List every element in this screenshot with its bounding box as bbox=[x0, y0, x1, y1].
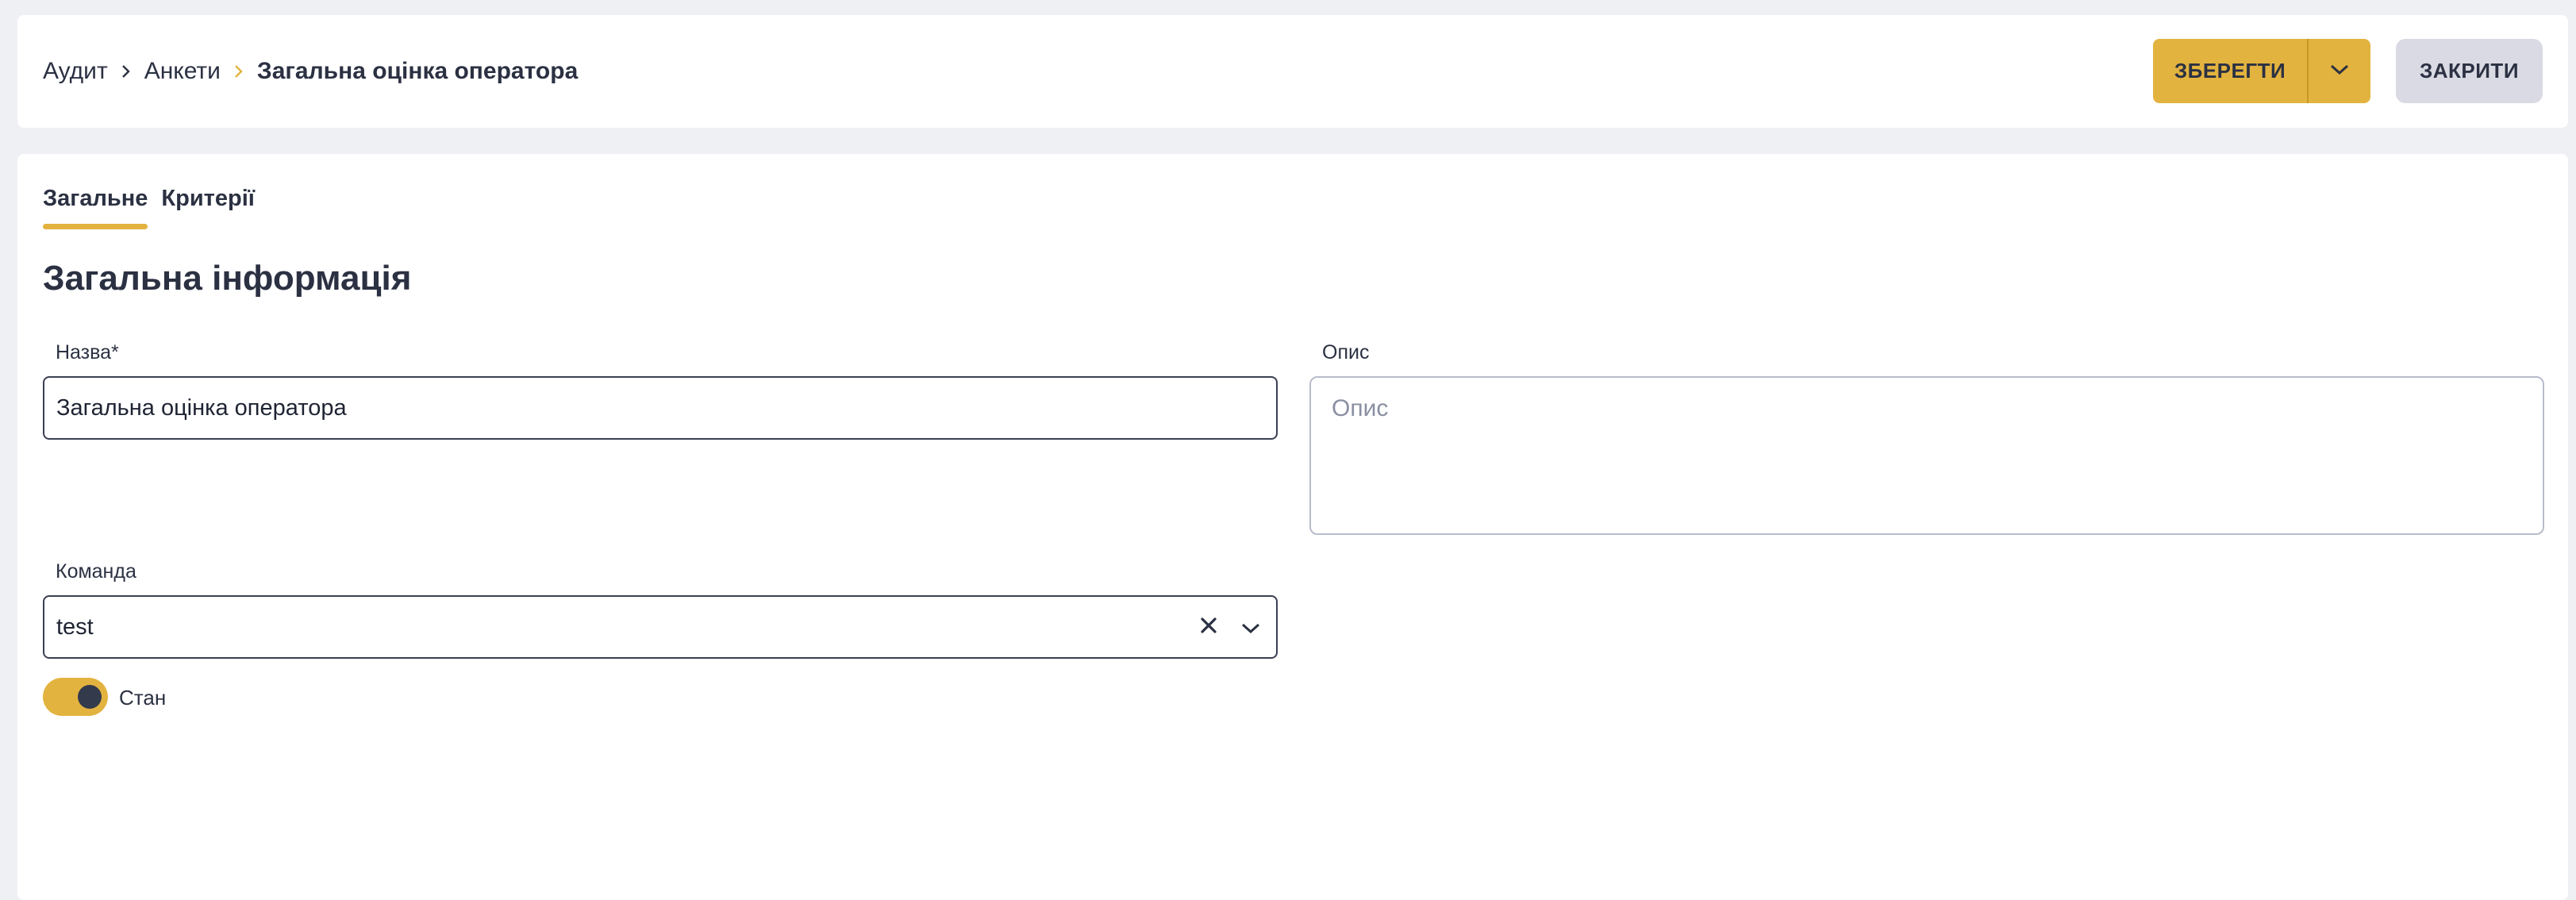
chevron-down-icon[interactable] bbox=[1241, 614, 1260, 640]
breadcrumb-current: Загальна оцінка оператора bbox=[256, 58, 579, 84]
team-label: Команда bbox=[56, 560, 136, 583]
description-field[interactable]: Опис bbox=[1309, 376, 2544, 535]
tab-general[interactable]: Загальне bbox=[43, 186, 148, 229]
chevron-right-icon bbox=[221, 60, 257, 83]
chevron-down-icon bbox=[2330, 64, 2349, 78]
team-select[interactable]: test bbox=[43, 595, 1278, 659]
chevron-right-icon bbox=[108, 60, 144, 83]
breadcrumb-item-surveys[interactable]: Анкети bbox=[144, 58, 221, 85]
tab-bar: Загальне Критерії bbox=[43, 186, 268, 229]
status-label: Стан bbox=[119, 686, 167, 710]
select-icons bbox=[1200, 597, 1260, 657]
close-button[interactable]: ЗАКРИТИ bbox=[2396, 39, 2543, 103]
header-actions: ЗБЕРЕГТИ ЗАКРИТИ bbox=[2153, 39, 2543, 103]
name-value: Загальна оцінка оператора bbox=[56, 394, 347, 421]
save-button-group: ЗБЕРЕГТИ bbox=[2153, 39, 2370, 103]
description-label: Опис bbox=[1322, 341, 1370, 363]
save-options-button[interactable] bbox=[2307, 39, 2370, 103]
page-header: Аудит Анкети Загальна оцінка оператора З… bbox=[17, 15, 2568, 128]
team-value: test bbox=[56, 613, 94, 640]
toggle-knob bbox=[78, 685, 102, 709]
status-toggle[interactable] bbox=[43, 678, 108, 716]
save-button[interactable]: ЗБЕРЕГТИ bbox=[2153, 39, 2307, 103]
breadcrumb: Аудит Анкети Загальна оцінка оператора bbox=[43, 15, 578, 128]
tab-criteria[interactable]: Критерії bbox=[161, 186, 255, 229]
section-title: Загальна інформація bbox=[43, 259, 412, 298]
name-label: Назва* bbox=[56, 341, 119, 363]
name-field[interactable]: Загальна оцінка оператора bbox=[43, 376, 1278, 440]
clear-icon[interactable] bbox=[1200, 614, 1217, 640]
breadcrumb-item-audit[interactable]: Аудит bbox=[43, 58, 108, 85]
main-card: Загальне Критерії Загальна інформація На… bbox=[17, 154, 2568, 900]
